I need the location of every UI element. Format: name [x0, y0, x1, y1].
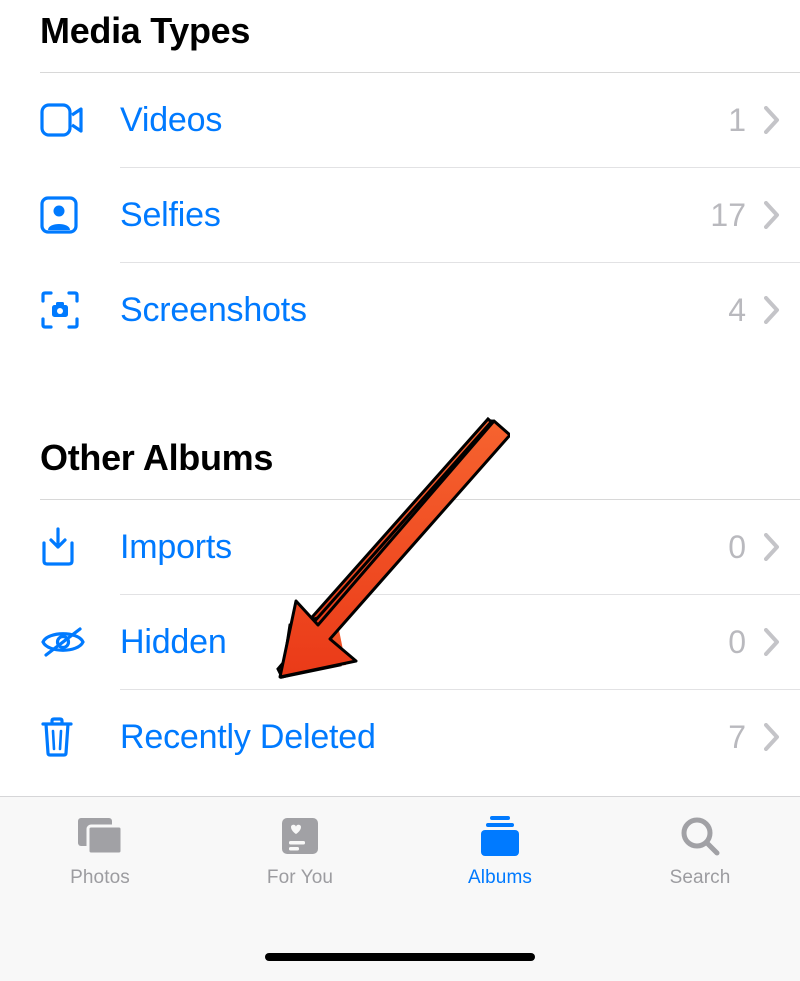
row-label: Videos — [90, 101, 728, 140]
section-heading-media-types: Media Types — [0, 0, 800, 72]
row-hidden[interactable]: Hidden 0 — [0, 595, 800, 689]
row-label: Screenshots — [90, 291, 728, 330]
row-count: 4 — [728, 292, 752, 329]
person-square-icon — [40, 196, 90, 234]
chevron-right-icon — [752, 628, 792, 656]
tab-label: Search — [670, 867, 731, 889]
download-box-icon — [40, 527, 90, 567]
row-videos[interactable]: Videos 1 — [0, 73, 800, 167]
chevron-right-icon — [752, 723, 792, 751]
row-label: Recently Deleted — [90, 718, 728, 757]
row-label: Selfies — [90, 196, 710, 235]
trash-icon — [40, 716, 90, 758]
row-count: 0 — [728, 624, 752, 661]
row-count: 7 — [728, 719, 752, 756]
tab-search[interactable]: Search — [600, 797, 800, 981]
viewfinder-camera-icon — [40, 290, 90, 330]
chevron-right-icon — [752, 296, 792, 324]
row-screenshots[interactable]: Screenshots 4 — [0, 263, 800, 357]
photos-tab-icon — [74, 811, 126, 861]
tab-label: For You — [267, 867, 333, 889]
tab-label: Albums — [468, 867, 532, 889]
tab-bar: Photos For You Albums — [0, 796, 800, 981]
row-count: 17 — [710, 197, 752, 234]
home-indicator — [265, 953, 535, 961]
section-heading-other-albums: Other Albums — [0, 417, 800, 499]
row-imports[interactable]: Imports 0 — [0, 500, 800, 594]
search-tab-icon — [679, 811, 721, 861]
chevron-right-icon — [752, 533, 792, 561]
row-count: 0 — [728, 529, 752, 566]
row-label: Hidden — [90, 623, 728, 662]
tab-label: Photos — [70, 867, 130, 889]
foryou-tab-icon — [279, 811, 321, 861]
row-recently-deleted[interactable]: Recently Deleted 7 — [0, 690, 800, 784]
eye-slash-icon — [40, 625, 90, 659]
row-label: Imports — [90, 528, 728, 567]
video-camera-icon — [40, 103, 90, 137]
row-selfies[interactable]: Selfies 17 — [0, 168, 800, 262]
chevron-right-icon — [752, 201, 792, 229]
albums-tab-icon — [476, 811, 524, 861]
tab-photos[interactable]: Photos — [0, 797, 200, 981]
row-count: 1 — [728, 102, 752, 139]
chevron-right-icon — [752, 106, 792, 134]
albums-content: Media Types Videos 1 Selfies 17 — [0, 0, 800, 784]
